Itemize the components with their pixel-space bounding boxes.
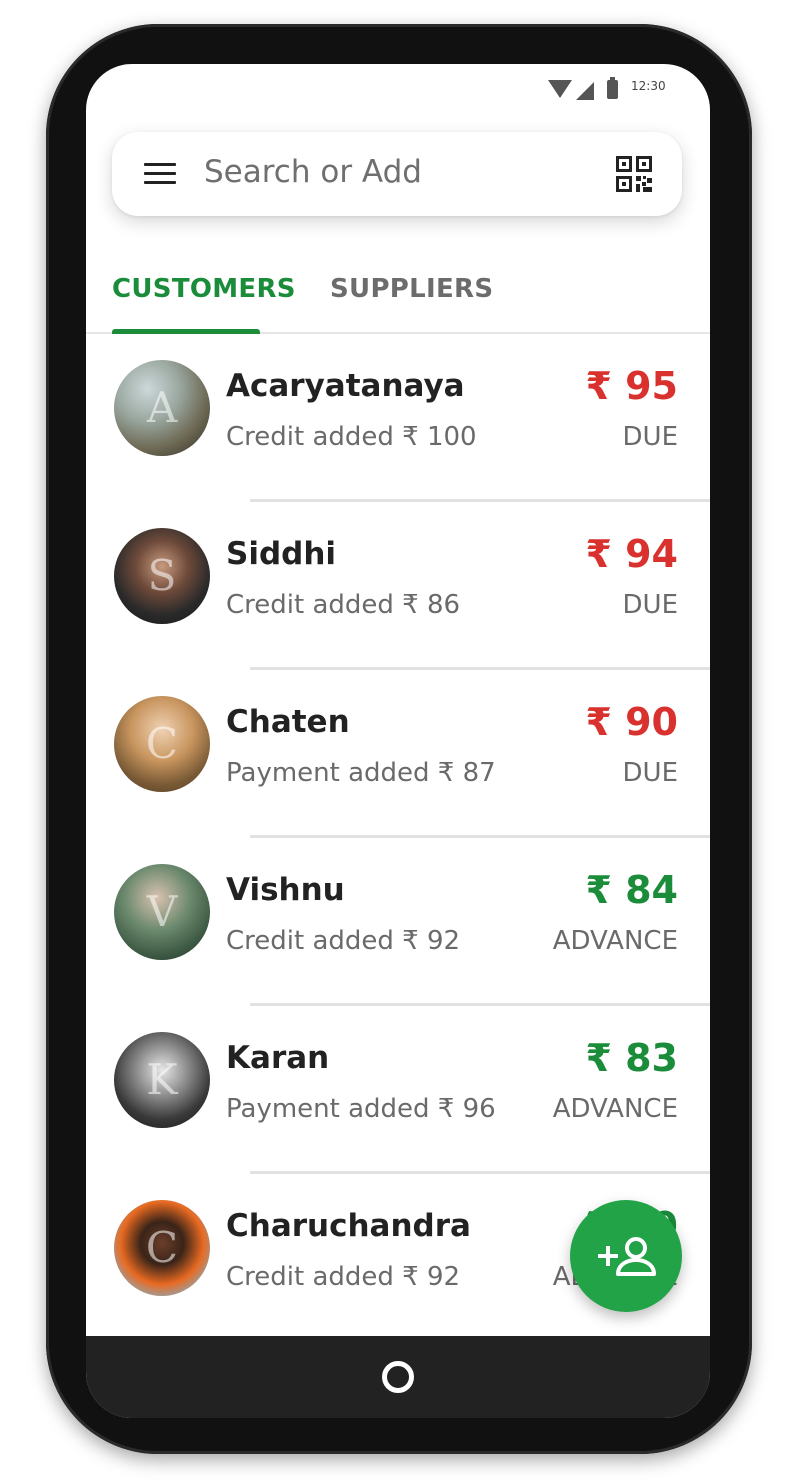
customer-balance: ₹ 95 [585, 364, 678, 408]
app-screen: 12:30 Search or Add CUSTOMERS SUPPLIERS [86, 64, 710, 1418]
tab-customers[interactable]: CUSTOMERS [112, 274, 296, 304]
customer-name: Charuchandra [226, 1208, 471, 1244]
customer-name: Karan [226, 1040, 330, 1076]
customer-name: Acaryatanaya [226, 368, 465, 404]
avatar: S [114, 528, 210, 624]
customer-last-transaction: Credit added ₹ 86 [226, 590, 461, 620]
battery-icon [607, 77, 618, 99]
customer-row[interactable]: C Chaten Payment added ₹ 87 ₹ 90 DUE [86, 670, 710, 838]
customer-name: Vishnu [226, 872, 345, 908]
balance-status: ADVANCE [552, 1094, 678, 1124]
signal-icon [576, 82, 594, 100]
avatar: A [114, 360, 210, 456]
avatar: K [114, 1032, 210, 1128]
customer-row[interactable]: A Acaryatanaya Credit added ₹ 100 ₹ 95 D… [86, 334, 710, 502]
avatar: V [114, 864, 210, 960]
customer-balance: ₹ 83 [585, 1036, 678, 1080]
customer-balance: ₹ 90 [585, 700, 678, 744]
add-customer-button[interactable] [570, 1200, 682, 1312]
balance-status: DUE [622, 422, 678, 452]
customer-name: Chaten [226, 704, 350, 740]
search-bar[interactable]: Search or Add [112, 132, 682, 216]
customer-row[interactable]: V Vishnu Credit added ₹ 92 ₹ 84 ADVANCE [86, 838, 710, 1006]
customer-balance: ₹ 84 [585, 868, 678, 912]
home-button[interactable] [382, 1361, 414, 1393]
customer-last-transaction: Payment added ₹ 87 [226, 758, 496, 788]
balance-status: DUE [622, 758, 678, 788]
status-time: 12:30 [631, 79, 666, 93]
tab-bar: CUSTOMERS SUPPLIERS [86, 264, 710, 334]
customer-list: A Acaryatanaya Credit added ₹ 100 ₹ 95 D… [86, 334, 710, 1342]
customer-balance: ₹ 94 [585, 532, 678, 576]
avatar: C [114, 1200, 210, 1296]
customer-row[interactable]: S Siddhi Credit added ₹ 86 ₹ 94 DUE [86, 502, 710, 670]
status-bar: 12:30 [86, 64, 710, 114]
customer-last-transaction: Credit added ₹ 92 [226, 926, 461, 956]
search-input[interactable]: Search or Add [204, 154, 422, 190]
customer-row[interactable]: K Karan Payment added ₹ 96 ₹ 83 ADVANCE [86, 1006, 710, 1174]
add-person-icon [598, 1237, 656, 1276]
qr-code-icon[interactable] [616, 156, 652, 192]
menu-icon[interactable] [144, 163, 176, 185]
customer-last-transaction: Credit added ₹ 100 [226, 422, 477, 452]
balance-status: ADVANCE [552, 926, 678, 956]
customer-last-transaction: Credit added ₹ 92 [226, 1262, 461, 1292]
customer-last-transaction: Payment added ₹ 96 [226, 1094, 496, 1124]
avatar: C [114, 696, 210, 792]
system-nav-bar [86, 1336, 710, 1418]
balance-status: DUE [622, 590, 678, 620]
tab-suppliers[interactable]: SUPPLIERS [330, 274, 493, 304]
customer-name: Siddhi [226, 536, 337, 572]
wifi-icon [548, 80, 572, 98]
